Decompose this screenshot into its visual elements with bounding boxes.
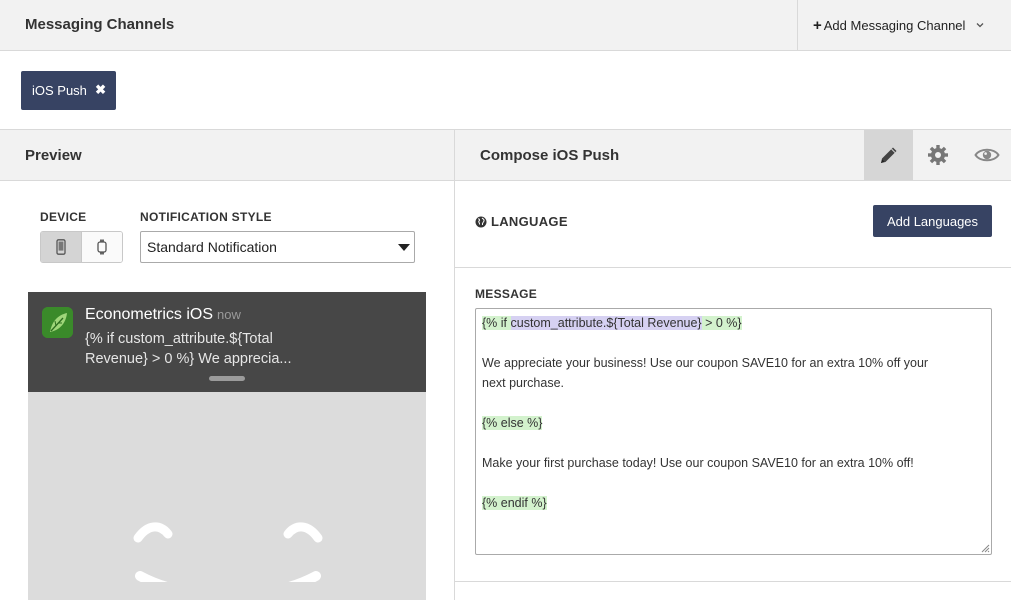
watch-device-button[interactable] bbox=[81, 232, 122, 262]
tab-settings[interactable] bbox=[913, 130, 962, 180]
phone-device-button[interactable] bbox=[41, 232, 82, 262]
message-line: next purchase. bbox=[482, 376, 564, 390]
preview-header: Preview bbox=[0, 130, 454, 181]
notification-app-name: Econometrics iOS now bbox=[85, 306, 241, 324]
chevron-down-icon bbox=[976, 23, 984, 28]
close-icon[interactable]: ✖ bbox=[95, 82, 106, 98]
page-title: Messaging Channels bbox=[25, 16, 175, 33]
liquid-tag: > 0 %} bbox=[701, 316, 742, 330]
preview-title: Preview bbox=[25, 147, 82, 164]
liquid-tag: {% endif %} bbox=[482, 496, 547, 510]
watch-icon bbox=[97, 239, 107, 255]
notification-grabber bbox=[209, 376, 245, 381]
compose-title: Compose iOS Push bbox=[480, 147, 620, 164]
language-label: LANGUAGE bbox=[475, 214, 568, 229]
gear-icon bbox=[927, 145, 948, 165]
message-line: We appreciate your business! Use our cou… bbox=[482, 356, 929, 370]
eye-icon bbox=[973, 148, 1000, 162]
compose-panel: Compose iOS Push LANGUAGE Add Languages … bbox=[455, 130, 1011, 600]
device-toggle bbox=[40, 231, 123, 263]
compose-tabs bbox=[864, 130, 1011, 180]
divider bbox=[455, 581, 1011, 582]
ios-push-chip[interactable]: iOS Push ✖ bbox=[21, 71, 116, 110]
notification-style-value: Standard Notification bbox=[147, 239, 277, 255]
notification-time: now bbox=[217, 307, 241, 322]
notification-body: {% if custom_attribute.${Total Revenue} … bbox=[85, 331, 292, 367]
smile-illustration bbox=[133, 522, 323, 582]
resize-handle-icon[interactable] bbox=[980, 543, 990, 553]
message-label: MESSAGE bbox=[475, 287, 538, 301]
dropdown-triangle-icon bbox=[398, 244, 410, 251]
liquid-tag: {% else %} bbox=[482, 416, 543, 430]
language-label-text: LANGUAGE bbox=[491, 214, 568, 229]
chip-label: iOS Push bbox=[32, 83, 87, 98]
device-label: DEVICE bbox=[40, 210, 87, 224]
add-messaging-channel-button[interactable]: + Add Messaging Channel bbox=[797, 0, 1011, 50]
header-bar: Messaging Channels + Add Messaging Chann… bbox=[0, 0, 1011, 51]
liquid-variable: custom_attribute.${Total Revenue} bbox=[510, 316, 702, 330]
message-line: Make your first purchase today! Use our … bbox=[482, 456, 914, 470]
push-notification-preview: Econometrics iOS now {% if custom_attribu… bbox=[28, 292, 426, 392]
globe-icon bbox=[475, 216, 487, 227]
phone-icon bbox=[56, 239, 66, 255]
device-preview: Econometrics iOS now {% if custom_attribu… bbox=[28, 292, 426, 600]
tab-compose[interactable] bbox=[864, 130, 913, 180]
pencil-icon bbox=[880, 147, 896, 163]
add-messaging-channel-label: Add Messaging Channel bbox=[823, 17, 966, 33]
preview-panel: Preview DEVICE NOTIFICATION STYLE Standa… bbox=[0, 130, 455, 600]
add-languages-button[interactable]: Add Languages bbox=[873, 205, 992, 237]
message-textarea[interactable]: {% if custom_attribute.${Total Revenue} … bbox=[475, 308, 992, 555]
compose-header: Compose iOS Push bbox=[455, 130, 1011, 181]
tab-preview[interactable] bbox=[962, 130, 1011, 180]
plus-icon: + bbox=[813, 16, 822, 34]
language-row: LANGUAGE Add Languages bbox=[455, 181, 1011, 268]
app-name-text: Econometrics iOS bbox=[85, 306, 214, 323]
notification-style-select[interactable]: Standard Notification bbox=[140, 231, 415, 263]
notification-style-label: NOTIFICATION STYLE bbox=[140, 210, 272, 224]
channel-chip-row: iOS Push ✖ bbox=[0, 51, 1011, 130]
app-leaf-icon bbox=[42, 307, 73, 338]
liquid-tag: {% if bbox=[482, 316, 511, 330]
